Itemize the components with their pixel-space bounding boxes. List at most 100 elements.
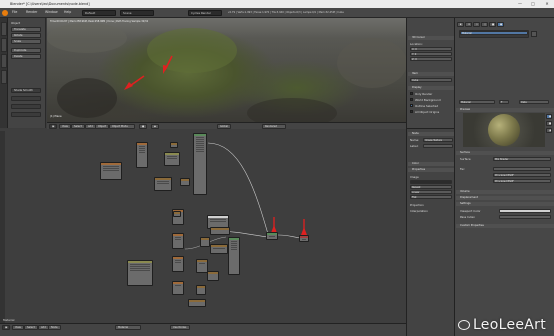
- 3d-viewport[interactable]: Time:00:04.87 | Mem:258.96M, Peak:258.96…: [47, 18, 406, 122]
- render-tab-icon[interactable]: ◐: [457, 22, 464, 27]
- projection-select[interactable]: Flat: [410, 195, 452, 199]
- input-node[interactable]: [210, 227, 230, 235]
- reroute-node[interactable]: [170, 142, 178, 148]
- math-node[interactable]: [180, 178, 190, 186]
- display-section[interactable]: Display: [408, 86, 454, 90]
- world-bg-checkbox[interactable]: [410, 98, 413, 101]
- origins-checkbox[interactable]: [410, 110, 413, 113]
- image-texture-node[interactable]: [172, 256, 184, 272]
- material-output-node[interactable]: [299, 235, 309, 242]
- surface-shader-select[interactable]: Mix Shader: [493, 157, 551, 161]
- view-menu[interactable]: View: [12, 325, 24, 330]
- material-name-field[interactable]: Material: [459, 100, 495, 104]
- duplicate-button[interactable]: Duplicate: [11, 48, 41, 53]
- reroute-node[interactable]: [173, 211, 181, 217]
- material-slot-row[interactable]: Material: [460, 31, 528, 35]
- scene-selector[interactable]: Scene: [120, 10, 154, 16]
- image-texture-node[interactable]: [172, 281, 184, 295]
- item-name-field[interactable]: Cube: [410, 78, 452, 82]
- sphere-preview-icon[interactable]: ●: [546, 114, 552, 119]
- editor-type-icon[interactable]: ▣: [2, 325, 11, 330]
- layout-selector[interactable]: Default: [82, 10, 116, 16]
- node-section[interactable]: Node: [408, 132, 454, 136]
- cursor-y-field[interactable]: Y: 0: [410, 52, 452, 56]
- mix-shader-node[interactable]: [266, 232, 278, 240]
- shade-smooth-button[interactable]: Shade Smooth: [11, 88, 41, 93]
- select-menu[interactable]: Select: [24, 325, 38, 330]
- scale-button[interactable]: Scale: [11, 39, 41, 44]
- only-render-checkbox[interactable]: [410, 92, 413, 95]
- viewport-color-swatch[interactable]: [499, 209, 551, 213]
- render-engine-select[interactable]: Cycles Render: [188, 10, 222, 16]
- tab-tools[interactable]: [1, 22, 7, 36]
- item-section[interactable]: Item: [408, 72, 454, 76]
- menu-file[interactable]: File: [12, 10, 17, 14]
- minimize-button[interactable]: —: [514, 0, 526, 8]
- noise-texture-node[interactable]: [127, 260, 153, 286]
- image-texture-node[interactable]: [100, 162, 122, 180]
- layers-tab-icon[interactable]: ≡: [465, 22, 472, 27]
- tool-option-3[interactable]: [11, 112, 41, 117]
- node-editor[interactable]: [0, 129, 406, 323]
- outline-checkbox[interactable]: [410, 104, 413, 107]
- math-node[interactable]: [188, 299, 206, 307]
- data-select[interactable]: Data: [519, 100, 549, 104]
- rotate-button[interactable]: Rotate: [11, 33, 41, 38]
- cube-preview-icon[interactable]: ■: [546, 121, 552, 126]
- menu-help[interactable]: Help: [64, 10, 71, 14]
- cursor-x-field[interactable]: X: 0: [410, 47, 452, 51]
- math-node[interactable]: [207, 271, 219, 281]
- properties-section[interactable]: Properties: [408, 168, 454, 172]
- shader1-select[interactable]: Principled BSDF: [493, 173, 551, 177]
- color-ramp-node[interactable]: [164, 152, 180, 166]
- math-node[interactable]: [196, 285, 206, 295]
- interpolation-select[interactable]: Linear: [410, 190, 452, 194]
- math-node[interactable]: [200, 237, 210, 247]
- fac-field[interactable]: [493, 167, 551, 171]
- menu-render[interactable]: Render: [26, 10, 37, 14]
- object-tab-icon[interactable]: ■: [489, 22, 496, 27]
- maximize-button[interactable]: □: [527, 0, 539, 8]
- add-slot-button[interactable]: [531, 31, 537, 37]
- color-section[interactable]: Color: [408, 162, 454, 166]
- repeat-select[interactable]: Repeat: [410, 185, 452, 189]
- tab-relations[interactable]: [1, 54, 7, 68]
- image-texture-node[interactable]: [172, 233, 184, 249]
- use-nodes-toggle[interactable]: Use Nodes: [170, 325, 190, 330]
- blender-logo-icon[interactable]: [2, 10, 8, 16]
- material-tab-icon[interactable]: ●: [497, 22, 504, 27]
- tool-shelf-heading: Object: [11, 21, 21, 25]
- displacement-section[interactable]: Displacement: [456, 196, 554, 200]
- custom-properties-section[interactable]: Custom Properties: [456, 224, 554, 228]
- preview-section[interactable]: Preview: [456, 108, 554, 112]
- principled-bsdf-node[interactable]: [193, 133, 207, 195]
- tab-create[interactable]: [1, 38, 7, 52]
- menu-window[interactable]: Window: [45, 10, 58, 14]
- node-menu[interactable]: Node: [48, 325, 61, 330]
- scene-tab-icon[interactable]: ◇: [473, 22, 480, 27]
- delete-button[interactable]: Delete: [11, 54, 41, 59]
- fake-user-button[interactable]: F: [499, 100, 509, 104]
- cursor-z-field[interactable]: Z: 0: [410, 57, 452, 61]
- node-label-field[interactable]: [423, 144, 453, 148]
- settings-section[interactable]: Settings: [456, 202, 554, 206]
- tool-option-1[interactable]: [11, 96, 41, 101]
- surface-section[interactable]: Surface: [456, 151, 554, 155]
- image-selector[interactable]: [410, 180, 452, 184]
- principled-bsdf-node[interactable]: [228, 237, 240, 275]
- 3d-cursor-section[interactable]: 3D Cursor: [408, 36, 454, 40]
- monkey-preview-icon[interactable]: ◕: [546, 128, 552, 133]
- material-select[interactable]: Material: [115, 325, 141, 330]
- tab-animation[interactable]: [1, 70, 7, 84]
- color-ramp-node[interactable]: [210, 244, 228, 254]
- pass-index-field[interactable]: [499, 215, 551, 219]
- math-node[interactable]: [154, 177, 172, 191]
- tool-option-2[interactable]: [11, 104, 41, 109]
- shader2-select[interactable]: Principled BSDF: [493, 179, 551, 183]
- volume-section[interactable]: Volume: [456, 190, 554, 194]
- node-name-field[interactable]: Image Texture: [423, 138, 453, 142]
- world-tab-icon[interactable]: ○: [481, 22, 488, 27]
- translate-button[interactable]: Translate: [11, 27, 41, 32]
- close-button[interactable]: ✕: [541, 0, 553, 8]
- mapping-node[interactable]: [136, 142, 148, 168]
